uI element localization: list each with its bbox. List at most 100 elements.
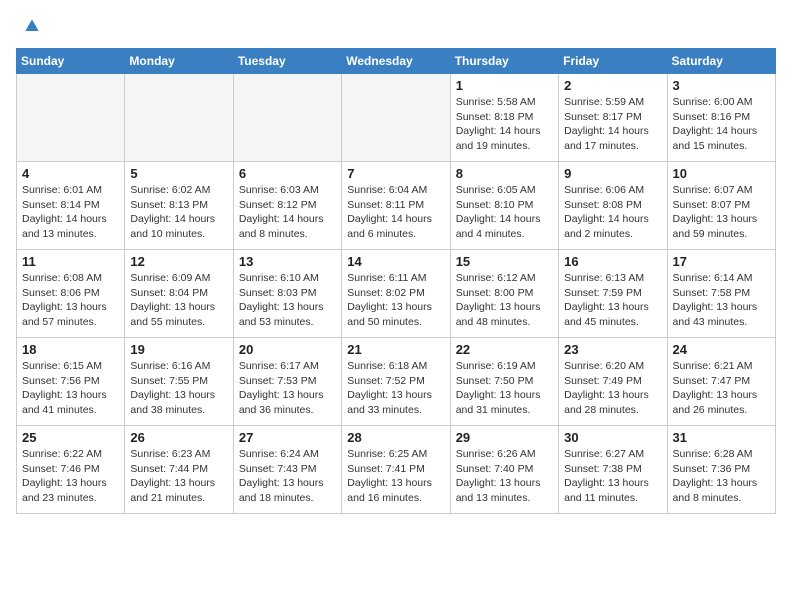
calendar-table: SundayMondayTuesdayWednesdayThursdayFrid… bbox=[16, 48, 776, 514]
day-info: Sunrise: 6:16 AM Sunset: 7:55 PM Dayligh… bbox=[130, 359, 227, 418]
day-info: Sunrise: 6:13 AM Sunset: 7:59 PM Dayligh… bbox=[564, 271, 661, 330]
day-info: Sunrise: 6:08 AM Sunset: 8:06 PM Dayligh… bbox=[22, 271, 119, 330]
calendar-cell: 2 Sunrise: 5:59 AM Sunset: 8:17 PM Daylig… bbox=[559, 74, 667, 162]
logo bbox=[16, 16, 42, 36]
calendar-cell: 15 Sunrise: 6:12 AM Sunset: 8:00 PM Dayli… bbox=[450, 250, 558, 338]
day-info: Sunrise: 6:02 AM Sunset: 8:13 PM Dayligh… bbox=[130, 183, 227, 242]
day-number: 4 bbox=[22, 166, 119, 181]
day-number: 29 bbox=[456, 430, 553, 445]
page-header bbox=[16, 16, 776, 36]
day-number: 13 bbox=[239, 254, 336, 269]
calendar-cell: 10Sunrise: 6:07 AM Sunset: 8:07 PM Dayli… bbox=[667, 162, 775, 250]
calendar-cell: 17 Sunrise: 6:14 AM Sunset: 7:58 PM Dayli… bbox=[667, 250, 775, 338]
day-info: Sunrise: 6:22 AM Sunset: 7:46 PM Dayligh… bbox=[22, 447, 119, 506]
day-number: 1 bbox=[456, 78, 553, 93]
calendar-cell: 1 Sunrise: 5:58 AM Sunset: 8:18 PM Daylig… bbox=[450, 74, 558, 162]
calendar-cell bbox=[125, 74, 233, 162]
day-info: Sunrise: 6:03 AM Sunset: 8:12 PM Dayligh… bbox=[239, 183, 336, 242]
calendar-header-wednesday: Wednesday bbox=[342, 49, 450, 74]
calendar-header-row: SundayMondayTuesdayWednesdayThursdayFrid… bbox=[17, 49, 776, 74]
day-number: 6 bbox=[239, 166, 336, 181]
calendar-cell bbox=[233, 74, 341, 162]
day-number: 21 bbox=[347, 342, 444, 357]
day-info: Sunrise: 6:12 AM Sunset: 8:00 PM Dayligh… bbox=[456, 271, 553, 330]
day-info: Sunrise: 6:17 AM Sunset: 7:53 PM Dayligh… bbox=[239, 359, 336, 418]
day-info: Sunrise: 6:25 AM Sunset: 7:41 PM Dayligh… bbox=[347, 447, 444, 506]
calendar-week-4: 18 Sunrise: 6:15 AM Sunset: 7:56 PM Dayli… bbox=[17, 338, 776, 426]
day-info: Sunrise: 6:06 AM Sunset: 8:08 PM Dayligh… bbox=[564, 183, 661, 242]
calendar-cell: 28 Sunrise: 6:25 AM Sunset: 7:41 PM Dayli… bbox=[342, 426, 450, 514]
calendar-cell: 20 Sunrise: 6:17 AM Sunset: 7:53 PM Dayli… bbox=[233, 338, 341, 426]
calendar-header-friday: Friday bbox=[559, 49, 667, 74]
calendar-cell bbox=[342, 74, 450, 162]
calendar-header-monday: Monday bbox=[125, 49, 233, 74]
calendar-week-5: 25 Sunrise: 6:22 AM Sunset: 7:46 PM Dayli… bbox=[17, 426, 776, 514]
day-info: Sunrise: 6:20 AM Sunset: 7:49 PM Dayligh… bbox=[564, 359, 661, 418]
day-info: Sunrise: 6:28 AM Sunset: 7:36 PM Dayligh… bbox=[673, 447, 770, 506]
day-info: Sunrise: 6:09 AM Sunset: 8:04 PM Dayligh… bbox=[130, 271, 227, 330]
calendar-cell: 23Sunrise: 6:20 AM Sunset: 7:49 PM Dayli… bbox=[559, 338, 667, 426]
calendar-cell: 7 Sunrise: 6:04 AM Sunset: 8:11 PM Daylig… bbox=[342, 162, 450, 250]
calendar-cell: 6 Sunrise: 6:03 AM Sunset: 8:12 PM Daylig… bbox=[233, 162, 341, 250]
calendar-cell: 26Sunrise: 6:23 AM Sunset: 7:44 PM Dayli… bbox=[125, 426, 233, 514]
calendar-cell: 30 Sunrise: 6:27 AM Sunset: 7:38 PM Dayli… bbox=[559, 426, 667, 514]
day-info: Sunrise: 5:59 AM Sunset: 8:17 PM Dayligh… bbox=[564, 95, 661, 154]
day-number: 30 bbox=[564, 430, 661, 445]
calendar-cell: 4 Sunrise: 6:01 AM Sunset: 8:14 PM Daylig… bbox=[17, 162, 125, 250]
day-number: 3 bbox=[673, 78, 770, 93]
calendar-cell: 24 Sunrise: 6:21 AM Sunset: 7:47 PM Dayli… bbox=[667, 338, 775, 426]
day-number: 15 bbox=[456, 254, 553, 269]
calendar-header-sunday: Sunday bbox=[17, 49, 125, 74]
calendar-header-saturday: Saturday bbox=[667, 49, 775, 74]
day-number: 17 bbox=[673, 254, 770, 269]
day-number: 26 bbox=[130, 430, 227, 445]
calendar-header-tuesday: Tuesday bbox=[233, 49, 341, 74]
calendar-week-1: 1 Sunrise: 5:58 AM Sunset: 8:18 PM Daylig… bbox=[17, 74, 776, 162]
calendar-cell: 5 Sunrise: 6:02 AM Sunset: 8:13 PM Daylig… bbox=[125, 162, 233, 250]
day-info: Sunrise: 6:26 AM Sunset: 7:40 PM Dayligh… bbox=[456, 447, 553, 506]
day-info: Sunrise: 6:07 AM Sunset: 8:07 PM Dayligh… bbox=[673, 183, 770, 242]
calendar-week-2: 4 Sunrise: 6:01 AM Sunset: 8:14 PM Daylig… bbox=[17, 162, 776, 250]
calendar-header-thursday: Thursday bbox=[450, 49, 558, 74]
day-number: 27 bbox=[239, 430, 336, 445]
day-info: Sunrise: 6:01 AM Sunset: 8:14 PM Dayligh… bbox=[22, 183, 119, 242]
logo-icon bbox=[22, 16, 42, 36]
calendar-cell: 31Sunrise: 6:28 AM Sunset: 7:36 PM Dayli… bbox=[667, 426, 775, 514]
day-number: 2 bbox=[564, 78, 661, 93]
day-info: Sunrise: 6:00 AM Sunset: 8:16 PM Dayligh… bbox=[673, 95, 770, 154]
calendar-cell: 19 Sunrise: 6:16 AM Sunset: 7:55 PM Dayli… bbox=[125, 338, 233, 426]
day-number: 19 bbox=[130, 342, 227, 357]
calendar-cell: 29 Sunrise: 6:26 AM Sunset: 7:40 PM Dayli… bbox=[450, 426, 558, 514]
day-info: Sunrise: 6:18 AM Sunset: 7:52 PM Dayligh… bbox=[347, 359, 444, 418]
day-info: Sunrise: 6:11 AM Sunset: 8:02 PM Dayligh… bbox=[347, 271, 444, 330]
calendar-cell: 25 Sunrise: 6:22 AM Sunset: 7:46 PM Dayli… bbox=[17, 426, 125, 514]
day-number: 20 bbox=[239, 342, 336, 357]
day-number: 16 bbox=[564, 254, 661, 269]
day-number: 25 bbox=[22, 430, 119, 445]
day-number: 7 bbox=[347, 166, 444, 181]
day-number: 9 bbox=[564, 166, 661, 181]
calendar-cell: 27Sunrise: 6:24 AM Sunset: 7:43 PM Dayli… bbox=[233, 426, 341, 514]
day-info: Sunrise: 6:14 AM Sunset: 7:58 PM Dayligh… bbox=[673, 271, 770, 330]
day-info: Sunrise: 6:21 AM Sunset: 7:47 PM Dayligh… bbox=[673, 359, 770, 418]
calendar-cell: 21 Sunrise: 6:18 AM Sunset: 7:52 PM Dayli… bbox=[342, 338, 450, 426]
day-number: 24 bbox=[673, 342, 770, 357]
day-info: Sunrise: 6:27 AM Sunset: 7:38 PM Dayligh… bbox=[564, 447, 661, 506]
calendar-cell: 18 Sunrise: 6:15 AM Sunset: 7:56 PM Dayli… bbox=[17, 338, 125, 426]
day-number: 18 bbox=[22, 342, 119, 357]
day-info: Sunrise: 5:58 AM Sunset: 8:18 PM Dayligh… bbox=[456, 95, 553, 154]
day-info: Sunrise: 6:05 AM Sunset: 8:10 PM Dayligh… bbox=[456, 183, 553, 242]
day-info: Sunrise: 6:04 AM Sunset: 8:11 PM Dayligh… bbox=[347, 183, 444, 242]
calendar-cell: 22Sunrise: 6:19 AM Sunset: 7:50 PM Dayli… bbox=[450, 338, 558, 426]
calendar-cell: 11 Sunrise: 6:08 AM Sunset: 8:06 PM Dayli… bbox=[17, 250, 125, 338]
calendar-week-3: 11 Sunrise: 6:08 AM Sunset: 8:06 PM Dayli… bbox=[17, 250, 776, 338]
day-number: 11 bbox=[22, 254, 119, 269]
day-info: Sunrise: 6:15 AM Sunset: 7:56 PM Dayligh… bbox=[22, 359, 119, 418]
day-number: 28 bbox=[347, 430, 444, 445]
calendar-cell: 14Sunrise: 6:11 AM Sunset: 8:02 PM Dayli… bbox=[342, 250, 450, 338]
calendar-cell: 16 Sunrise: 6:13 AM Sunset: 7:59 PM Dayli… bbox=[559, 250, 667, 338]
day-number: 5 bbox=[130, 166, 227, 181]
calendar-cell: 3 Sunrise: 6:00 AM Sunset: 8:16 PM Daylig… bbox=[667, 74, 775, 162]
day-info: Sunrise: 6:19 AM Sunset: 7:50 PM Dayligh… bbox=[456, 359, 553, 418]
day-number: 12 bbox=[130, 254, 227, 269]
